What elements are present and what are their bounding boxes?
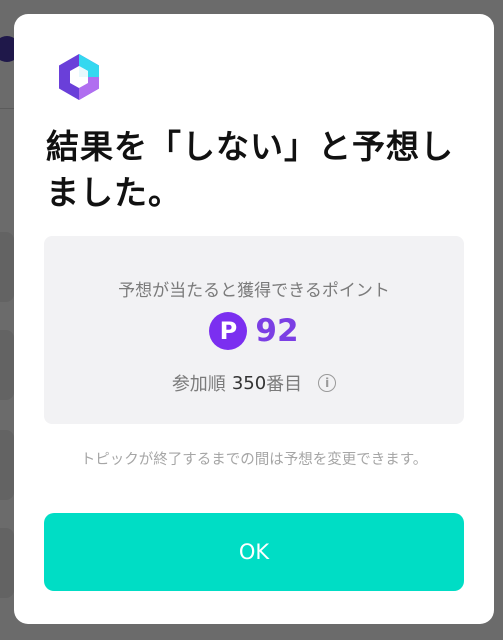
participation-rank: 参加順 350 番目 i: [44, 370, 464, 396]
rank-suffix: 番目: [266, 374, 303, 395]
points-value: 92: [255, 313, 299, 349]
prediction-dialog: 結果を「しない」と予想しました。 予想が当たると獲得できるポイント P 92 参…: [14, 14, 494, 624]
app-logo-icon: [59, 54, 99, 100]
points-label: 予想が当たると獲得できるポイント: [118, 281, 390, 301]
ok-button[interactable]: OK: [44, 513, 464, 591]
points-info-box: 予想が当たると獲得できるポイント P 92 参加順 350 番目 i: [44, 236, 464, 424]
change-note: トピックが終了するまでの間は予想を変更できます。: [80, 452, 428, 468]
rank-number: 350: [231, 372, 267, 394]
rank-prefix: 参加順: [171, 374, 226, 395]
point-icon: P: [209, 312, 248, 350]
info-icon[interactable]: i: [318, 374, 337, 392]
dialog-title: 結果を「しない」と予想しました。: [46, 127, 454, 212]
points-row: P 92: [44, 312, 464, 350]
